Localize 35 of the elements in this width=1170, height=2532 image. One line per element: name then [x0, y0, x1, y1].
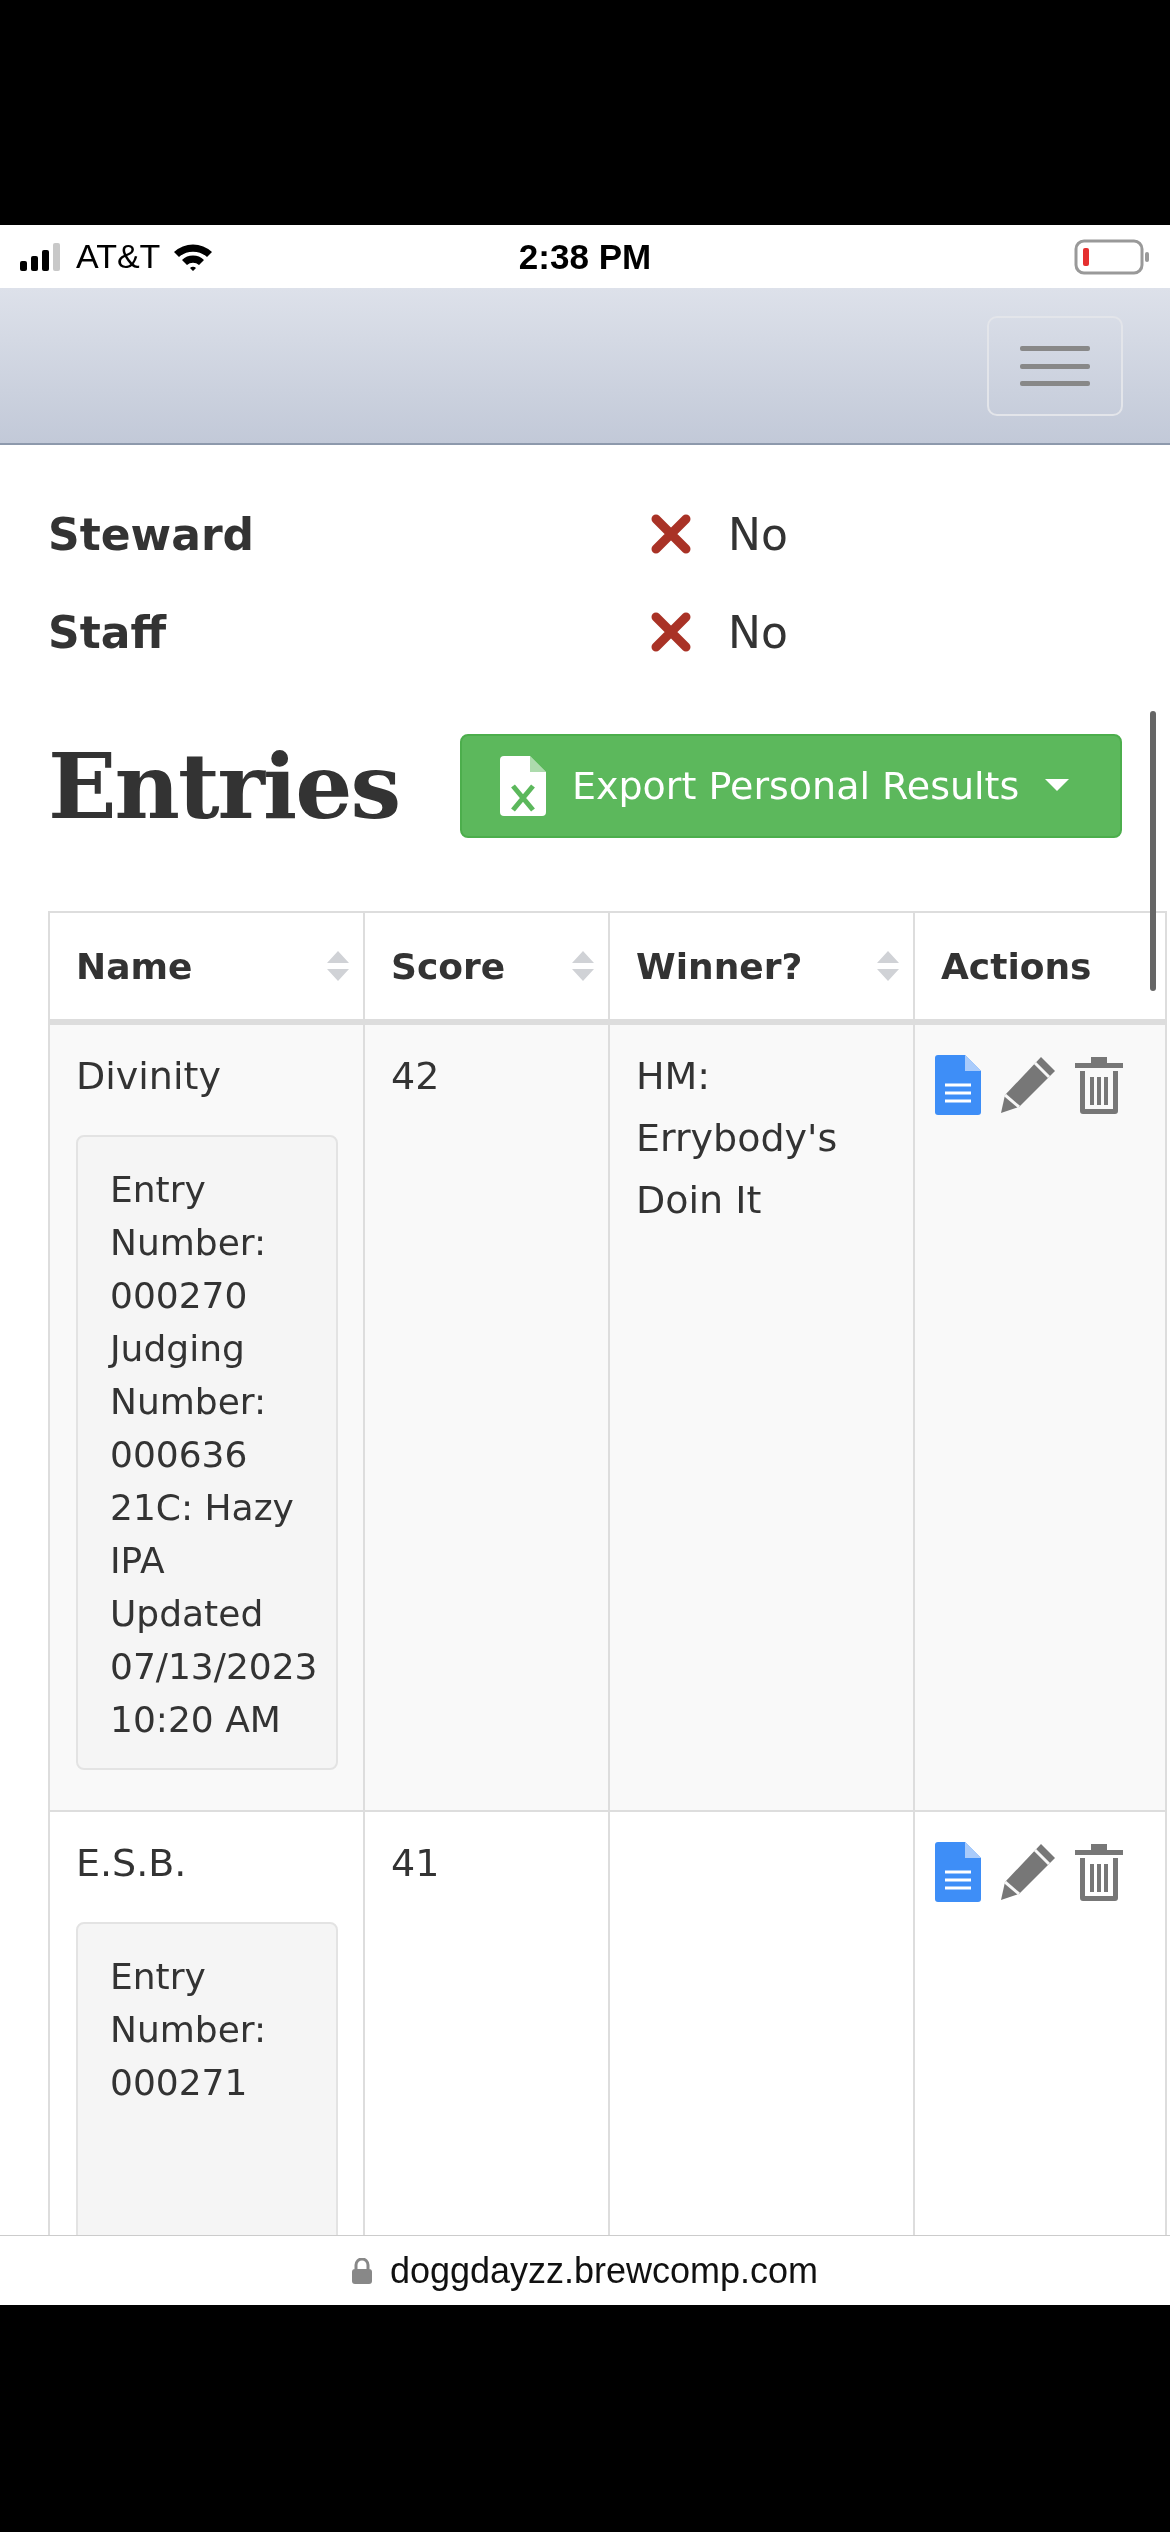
entry-detail: Entry Number: 000271: [110, 1955, 268, 2105]
battery-icon: [1074, 238, 1150, 275]
carrier-name: AT&T: [76, 237, 161, 276]
sort-icon: [327, 951, 349, 981]
url-text: doggdayzz.brewcomp.com: [389, 2249, 819, 2292]
score-value: 41: [391, 1841, 440, 1885]
entry-detail: Entry Number: 000270: [110, 1168, 268, 1318]
entry-name: Divinity: [76, 1053, 222, 1100]
role-label: Steward: [48, 508, 256, 560]
menu-button[interactable]: [987, 315, 1123, 416]
entry-name: E.S.B.: [76, 1840, 188, 1887]
document-icon[interactable]: [935, 1842, 981, 1902]
clock-time: 2:38 PM: [517, 236, 653, 277]
trash-icon[interactable]: [1073, 1842, 1125, 1902]
score-value: 42: [391, 1054, 440, 1098]
trash-icon[interactable]: [1073, 1055, 1125, 1115]
role-value: No: [728, 508, 788, 560]
lock-icon: [351, 2257, 372, 2284]
entry-detail: 21C: Hazy IPA: [110, 1486, 295, 1583]
menu-icon: [1020, 343, 1090, 388]
column-header[interactable]: Winner?: [609, 912, 914, 1022]
role-value: No: [728, 606, 788, 658]
column-header[interactable]: Score: [364, 912, 609, 1022]
entry-detail: Updated 07/13/2023 10:20 AM: [110, 1592, 316, 1742]
caret-icon: [1045, 779, 1070, 793]
sort-icon: [877, 951, 899, 981]
winner-text: HM: Errybody's Doin It: [636, 1053, 839, 1224]
role-label: Staff: [48, 606, 168, 658]
sort-icon: [572, 951, 594, 981]
section-title: Entries: [48, 733, 401, 839]
column-header: Actions: [914, 912, 1166, 1022]
column-header[interactable]: Name: [49, 912, 364, 1022]
document-icon[interactable]: [935, 1055, 981, 1115]
entry-detail: Judging Number: 000636: [110, 1327, 268, 1477]
spreadsheet-file-icon: [500, 756, 546, 816]
